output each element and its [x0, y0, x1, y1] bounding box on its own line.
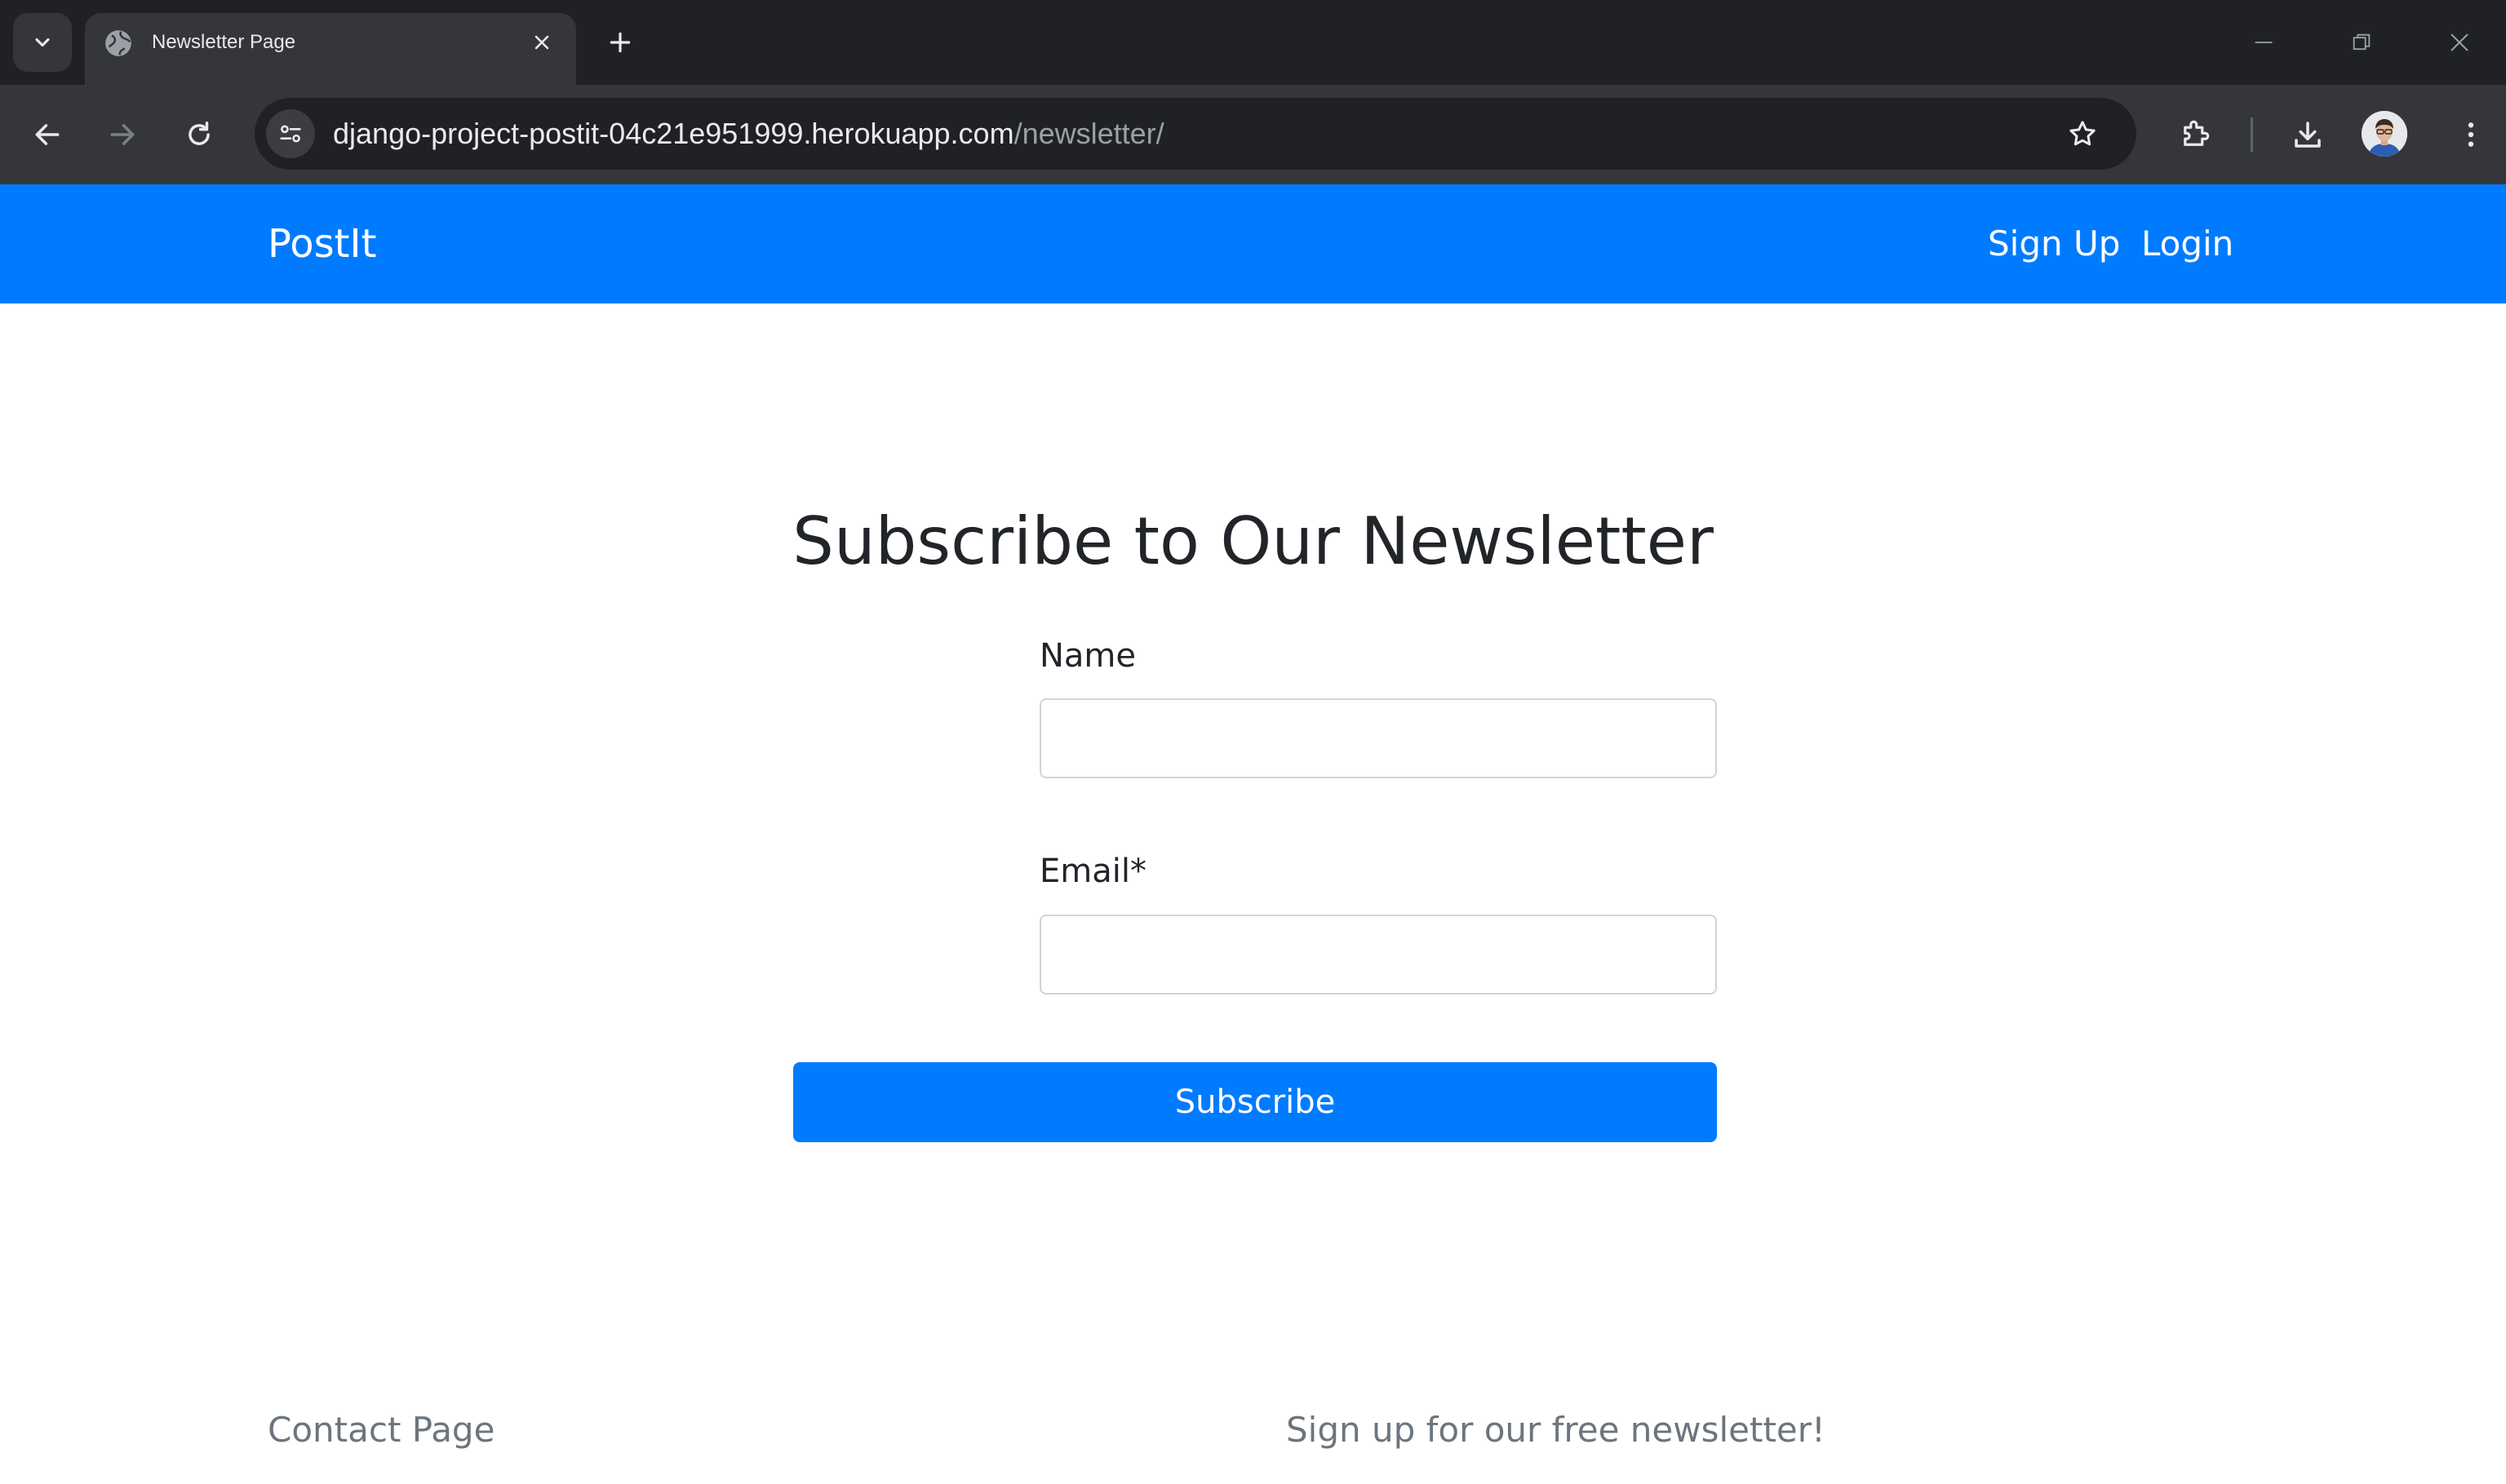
- reload-button[interactable]: [176, 112, 222, 157]
- footer-newsletter-link[interactable]: Sign up for our free newsletter!: [1286, 1406, 1825, 1454]
- restore-button[interactable]: [2337, 20, 2386, 65]
- menu-dots-icon: [2468, 122, 2474, 147]
- browser-tab[interactable]: Newsletter Page: [85, 13, 576, 85]
- bookmark-button[interactable]: [2060, 111, 2105, 157]
- footer-contact-link[interactable]: Contact Page: [268, 1406, 495, 1454]
- new-tab-button[interactable]: [601, 23, 640, 62]
- chevron-down-icon: [35, 38, 50, 47]
- name-label: Name: [1040, 637, 1137, 675]
- restore-icon: [2353, 33, 2371, 51]
- browser-tab-strip: Newsletter Page: [0, 0, 2506, 85]
- email-input[interactable]: [1040, 915, 1717, 995]
- download-icon: [2295, 122, 2321, 148]
- browser-menu-button[interactable]: [2448, 112, 2494, 157]
- tab-search-button[interactable]: [13, 13, 72, 72]
- browser-toolbar: django-project-postit-04c21e951999.herok…: [0, 85, 2506, 184]
- site-info-button[interactable]: [266, 109, 315, 158]
- avatar-image: [2362, 111, 2407, 157]
- window-close-button[interactable]: [2435, 20, 2484, 65]
- back-button[interactable]: [24, 112, 70, 157]
- window-close-icon: [2451, 33, 2468, 51]
- tab-title: Newsletter Page: [152, 31, 296, 53]
- star-icon: [2069, 121, 2096, 146]
- minimize-icon: [2255, 42, 2273, 43]
- extensions-button[interactable]: [2172, 112, 2218, 157]
- toolbar-separator: [2251, 117, 2253, 152]
- page-title: Subscribe to Our Newsletter: [792, 503, 1714, 579]
- brand-logo[interactable]: PostIt: [268, 220, 376, 268]
- downloads-button[interactable]: [2285, 112, 2331, 157]
- profile-avatar[interactable]: [2362, 111, 2407, 157]
- plus-icon: [610, 32, 631, 53]
- url-path: /newsletter/: [1013, 117, 1164, 150]
- site-info-icon: [280, 125, 301, 143]
- close-tab-button[interactable]: [526, 26, 558, 59]
- site-navbar: PostIt Sign Up Login: [0, 184, 2506, 303]
- url-text: django-project-postit-04c21e951999.herok…: [333, 116, 1164, 152]
- forward-arrow-icon: [110, 124, 135, 145]
- url-host: django-project-postit-04c21e951999.herok…: [333, 117, 1014, 150]
- email-label: Email*: [1040, 853, 1147, 890]
- globe-icon: [105, 30, 131, 56]
- nav-login-link[interactable]: Login: [2141, 222, 2233, 266]
- nav-signup-link[interactable]: Sign Up: [1988, 222, 2120, 266]
- forward-button[interactable]: [100, 112, 145, 157]
- reload-icon: [189, 122, 210, 145]
- back-arrow-icon: [35, 124, 60, 145]
- minimize-button[interactable]: [2239, 20, 2288, 65]
- subscribe-button[interactable]: Subscribe: [793, 1062, 1717, 1142]
- address-bar[interactable]: django-project-postit-04c21e951999.herok…: [255, 98, 2136, 170]
- name-input[interactable]: [1040, 698, 1717, 778]
- extensions-icon: [2184, 120, 2210, 146]
- close-icon: [534, 35, 549, 50]
